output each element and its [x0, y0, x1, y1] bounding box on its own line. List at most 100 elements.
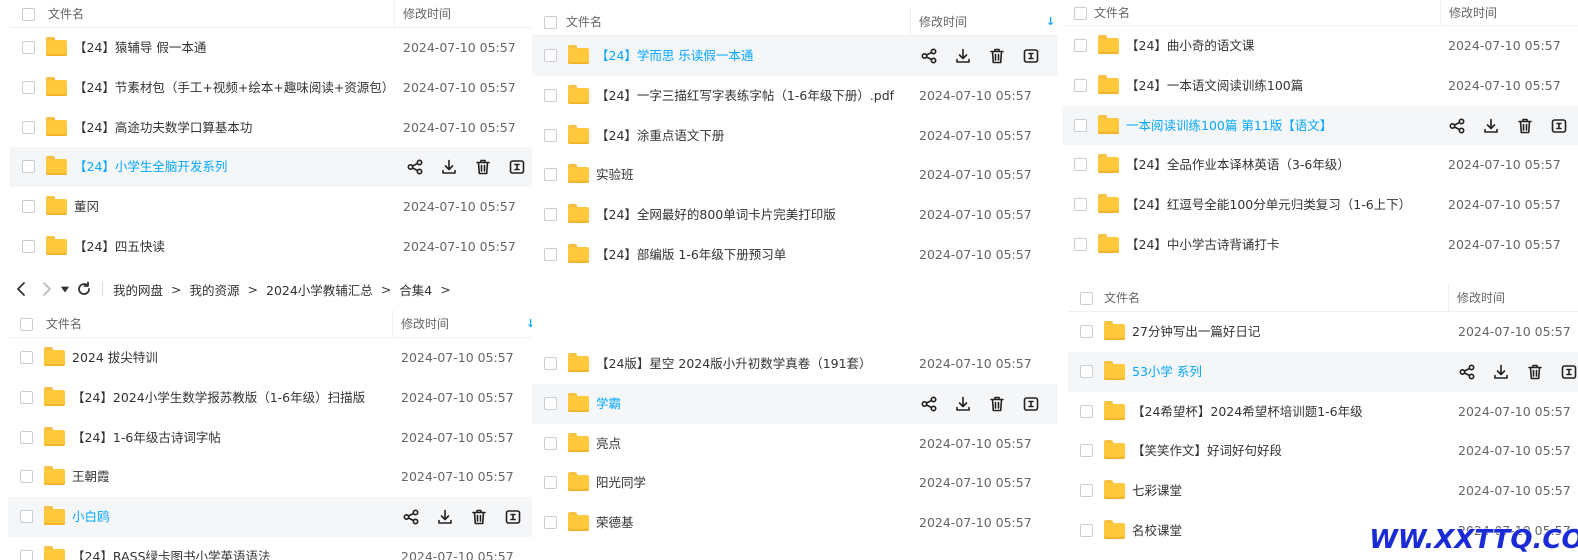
- file-row[interactable]: 一本阅读训练100篇 第11版【语文】: [1062, 105, 1578, 146]
- file-row[interactable]: 【24】1-6年级古诗词字帖 2024-07-10 05:57: [8, 418, 532, 458]
- row-checkbox[interactable]: [544, 357, 557, 370]
- share-icon[interactable]: [406, 158, 424, 176]
- file-name[interactable]: 【24】2024小学生数学报苏教版（1-6年级）扫描版: [72, 378, 365, 418]
- row-checkbox[interactable]: [1074, 78, 1087, 92]
- share-icon[interactable]: [920, 47, 938, 65]
- file-row[interactable]: 【24】一字三描红写字表练字帖（1-6年级下册）.pdf 2024-07-10 0…: [532, 76, 1058, 116]
- column-header-name[interactable]: 文件名: [566, 13, 602, 30]
- file-row[interactable]: 实验班 2024-07-10 05:57: [532, 155, 1058, 195]
- file-name[interactable]: 【24版】星空 2024版小升初数学真卷（191套）: [596, 344, 872, 384]
- row-checkbox[interactable]: [22, 200, 35, 214]
- file-name[interactable]: 【24】高途功夫数学口算基本功: [74, 108, 252, 148]
- column-header-name[interactable]: 文件名: [1104, 289, 1140, 306]
- file-row[interactable]: 【24】四五快读 2024-07-10 05:57: [10, 227, 532, 267]
- row-checkbox[interactable]: [1074, 39, 1087, 52]
- row-checkbox[interactable]: [544, 396, 557, 410]
- download-icon[interactable]: [954, 47, 972, 65]
- row-checkbox[interactable]: [544, 436, 557, 450]
- row-checkbox[interactable]: [544, 88, 557, 102]
- delete-icon[interactable]: [988, 47, 1006, 65]
- row-checkbox[interactable]: [1080, 523, 1093, 537]
- row-checkbox[interactable]: [1074, 237, 1087, 251]
- sort-down-icon[interactable]: ↓: [1046, 15, 1055, 28]
- file-name[interactable]: 【24】全品作业本译林英语（3-6年级）: [1126, 145, 1350, 185]
- row-checkbox[interactable]: [544, 49, 557, 62]
- more-icon[interactable]: [1550, 117, 1568, 135]
- more-icon[interactable]: [1022, 395, 1040, 413]
- file-row[interactable]: 阳光同学 2024-07-10 05:57: [532, 463, 1058, 503]
- file-name[interactable]: 七彩课堂: [1132, 471, 1182, 511]
- file-row[interactable]: 董冈 2024-07-10 05:57: [10, 187, 532, 227]
- row-checkbox[interactable]: [20, 510, 33, 524]
- row-checkbox[interactable]: [544, 247, 557, 261]
- row-checkbox[interactable]: [22, 160, 35, 174]
- file-row[interactable]: 【24】部编版 1-6年级下册预习单 2024-07-10 05:57: [532, 235, 1058, 275]
- row-checkbox[interactable]: [544, 476, 557, 490]
- row-checkbox[interactable]: [544, 516, 557, 530]
- file-name[interactable]: 小白鸥: [72, 497, 110, 537]
- more-icon[interactable]: [504, 508, 522, 526]
- file-row[interactable]: 2024 拔尖特训 2024-07-10 05:57: [8, 338, 532, 378]
- row-checkbox[interactable]: [22, 80, 35, 94]
- row-checkbox[interactable]: [1080, 325, 1093, 338]
- select-all-checkbox[interactable]: [20, 318, 33, 331]
- download-icon[interactable]: [436, 508, 454, 526]
- column-header-time[interactable]: 修改时间: [910, 8, 967, 36]
- file-row[interactable]: 【24】中小学古诗背诵打卡 2024-07-10 05:57: [1062, 225, 1578, 265]
- delete-icon[interactable]: [474, 158, 492, 176]
- file-name[interactable]: 董冈: [74, 187, 99, 227]
- file-name[interactable]: 【24希望杯】2024希望杯培训题1-6年级: [1132, 392, 1363, 432]
- forward-button[interactable]: [34, 277, 58, 301]
- share-icon[interactable]: [920, 395, 938, 413]
- share-icon[interactable]: [402, 508, 420, 526]
- row-checkbox[interactable]: [20, 390, 33, 404]
- breadcrumb-summary[interactable]: 2024小学教辅汇总: [266, 280, 373, 299]
- column-header-name[interactable]: 文件名: [1094, 4, 1130, 21]
- more-icon[interactable]: [508, 158, 526, 176]
- file-name[interactable]: 一本阅读训练100篇 第11版【语文】: [1126, 106, 1332, 146]
- row-checkbox[interactable]: [544, 168, 557, 182]
- file-row[interactable]: 【24】高途功夫数学口算基本功 2024-07-10 05:57: [10, 108, 532, 148]
- file-name[interactable]: 【24】学而思 乐读假一本通: [596, 36, 753, 76]
- delete-icon[interactable]: [470, 508, 488, 526]
- row-checkbox[interactable]: [22, 120, 35, 134]
- file-name[interactable]: 【24】RASS绿卡图书小学英语语法: [72, 537, 271, 560]
- breadcrumb-my-disk[interactable]: 我的网盘: [113, 280, 163, 299]
- file-name[interactable]: 27分钟写出一篇好日记: [1132, 312, 1260, 352]
- row-checkbox[interactable]: [1074, 118, 1087, 132]
- sort-down-icon[interactable]: ↓: [526, 317, 532, 330]
- file-name[interactable]: 【24】四五快读: [74, 227, 165, 267]
- delete-icon[interactable]: [1516, 117, 1534, 135]
- file-name[interactable]: 名校课堂: [1132, 511, 1182, 551]
- file-row[interactable]: 【24】全网最好的800单词卡片完美打印版 2024-07-10 05:57: [532, 195, 1058, 235]
- column-header-time[interactable]: 修改时间: [394, 0, 451, 28]
- file-row[interactable]: 【24】全品作业本译林英语（3-6年级） 2024-07-10 05:57: [1062, 145, 1578, 185]
- file-name[interactable]: 【24】中小学古诗背诵打卡: [1126, 225, 1279, 265]
- file-row[interactable]: 【24】猿辅导 假一本通 2024-07-10 05:57: [10, 28, 532, 68]
- download-icon[interactable]: [440, 158, 458, 176]
- back-button[interactable]: [10, 277, 34, 301]
- file-row[interactable]: 亮点 2024-07-10 05:57: [532, 424, 1058, 464]
- select-all-checkbox[interactable]: [1080, 292, 1093, 305]
- file-name[interactable]: 【24】猿辅导 假一本通: [74, 28, 206, 68]
- file-name[interactable]: 【24】全网最好的800单词卡片完美打印版: [596, 195, 836, 235]
- row-checkbox[interactable]: [1074, 198, 1087, 212]
- column-header-name[interactable]: 文件名: [48, 5, 84, 22]
- file-name[interactable]: 【笑笑作文】好词好句好段: [1132, 431, 1282, 471]
- row-checkbox[interactable]: [1080, 444, 1093, 458]
- row-checkbox[interactable]: [1074, 158, 1087, 172]
- file-row[interactable]: 【24】一本语文阅读训练100篇 2024-07-10 05:57: [1062, 66, 1578, 106]
- share-icon[interactable]: [1448, 117, 1466, 135]
- select-all-checkbox[interactable]: [544, 16, 557, 29]
- column-header-name[interactable]: 文件名: [46, 315, 82, 332]
- download-icon[interactable]: [954, 395, 972, 413]
- file-row[interactable]: 【24】节素材包（手工+视频+绘本+趣味阅读+资源包） 2024-07-10 05…: [10, 68, 532, 108]
- file-name[interactable]: 实验班: [596, 155, 634, 195]
- column-header-time[interactable]: 修改时间: [1448, 284, 1505, 312]
- file-name[interactable]: 2024 拔尖特训: [72, 338, 158, 378]
- file-name[interactable]: 53小学 系列: [1132, 352, 1202, 392]
- history-dropdown-button[interactable]: [58, 277, 72, 301]
- file-row[interactable]: 【24】涂重点语文下册 2024-07-10 05:57: [532, 116, 1058, 156]
- file-row[interactable]: 王朝霞 2024-07-10 05:57: [8, 457, 532, 497]
- file-name[interactable]: 【24】涂重点语文下册: [596, 116, 724, 156]
